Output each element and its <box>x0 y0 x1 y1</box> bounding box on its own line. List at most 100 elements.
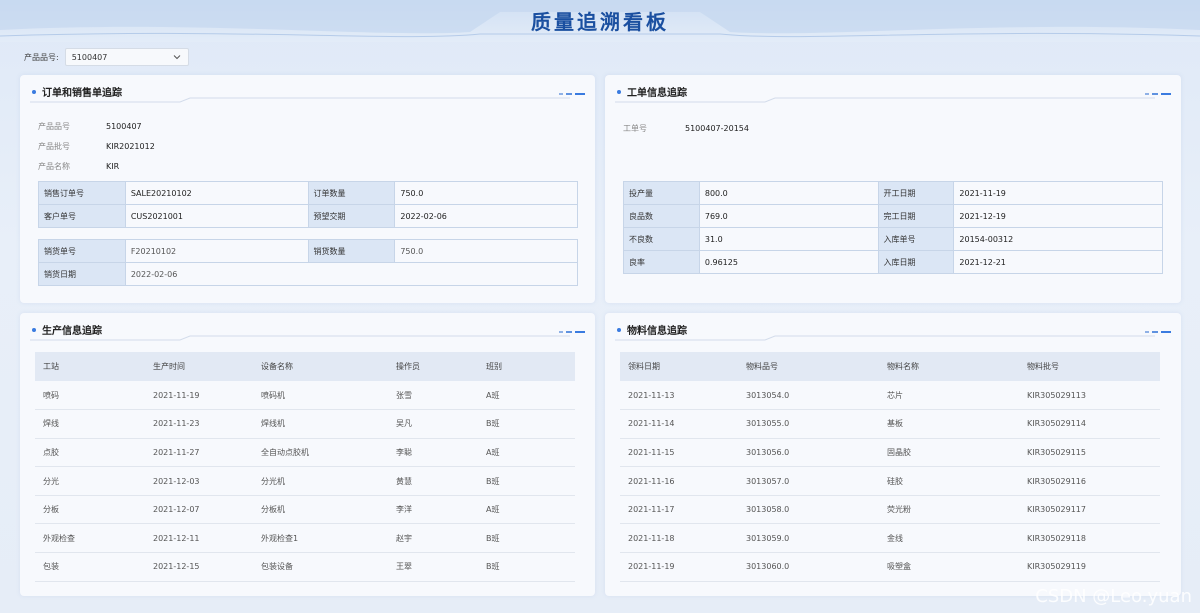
table-header-row: 领料日期 物料品号 物料名称 物料批号 <box>620 352 1160 381</box>
table-cell: 2021-11-15 <box>620 438 738 468</box>
table-row[interactable]: 点胶 2021-11-27 全自动点胶机 李聪 A班 <box>35 438 575 468</box>
table-cell: 吴凡 <box>388 409 478 439</box>
column-header[interactable]: 物料批号 <box>1019 352 1160 381</box>
table-row[interactable]: 喷码 2021-11-19 喷码机 张雪 A班 <box>35 381 575 411</box>
shipment-table: 销货单号 F20210102 销货数量 750.0 销货日期 2022-02-0… <box>38 239 579 286</box>
table-row[interactable]: 2021-11-15 3013056.0 固晶胶 KIR305029115 <box>620 438 1160 468</box>
info-product-code: 产品品号 5100407 <box>38 121 142 132</box>
production-panel: 生产信息追踪 工站 生产时间 设备名称 操作员 班别 喷码 2021-11-19 喷… <box>20 313 595 596</box>
table-cell: KIR305029113 <box>1019 381 1160 411</box>
order-panel: 订单和销售单追踪 产品品号 5100407 产品批号 KIR2021012 产品名称… <box>20 75 595 303</box>
table-row: 销货日期 2022-02-06 <box>38 262 579 286</box>
info-label: 产品批号 <box>38 142 70 151</box>
table-cell: 2021-11-23 <box>145 409 253 439</box>
table-cell: 金线 <box>879 523 1019 554</box>
work-order-panel: 工单信息追踪 工单号 5100407-20154 投产量 800.0 开工日期 2… <box>605 75 1181 303</box>
cell-key: 完工日期 <box>877 204 955 228</box>
table-cell: 李洋 <box>388 495 478 525</box>
table-cell: A班 <box>478 495 575 525</box>
cell-key: 销货单号 <box>38 239 126 263</box>
table-cell: 2021-11-14 <box>620 409 738 439</box>
table-cell: 3013057.0 <box>738 466 879 496</box>
table-cell: A班 <box>478 438 575 468</box>
table-cell: 分板机 <box>253 495 388 525</box>
chevron-down-icon <box>173 55 181 60</box>
info-product-batch: 产品批号 KIR2021012 <box>38 141 155 152</box>
material-table: 领料日期 物料品号 物料名称 物料批号 2021-11-13 3013054.0 芯… <box>620 352 1160 582</box>
table-row: 销售订单号 SALE20210102 订单数量 750.0 <box>38 181 578 205</box>
cell-key: 销货日期 <box>38 262 126 286</box>
table-cell: 王翠 <box>388 552 478 582</box>
table-row[interactable]: 分板 2021-12-07 分板机 李洋 A班 <box>35 495 575 525</box>
table-row[interactable]: 2021-11-18 3013059.0 金线 KIR305029118 <box>620 523 1160 554</box>
cell-value: 750.0 <box>394 239 578 263</box>
bullet-icon <box>617 327 621 332</box>
column-header[interactable]: 操作员 <box>388 352 478 381</box>
dash-decoration <box>1145 331 1171 333</box>
table-cell: 2021-11-18 <box>620 523 738 554</box>
title-underline <box>30 97 570 103</box>
title-underline <box>615 335 1155 341</box>
cell-key: 入库日期 <box>877 250 955 274</box>
table-cell: 点胶 <box>35 438 145 468</box>
column-header[interactable]: 领料日期 <box>620 352 738 381</box>
table-cell: B班 <box>478 552 575 582</box>
column-header[interactable]: 生产时间 <box>145 352 253 381</box>
cell-key: 销售订单号 <box>38 181 126 205</box>
table-cell: KIR305029116 <box>1019 466 1160 496</box>
table-cell: 3013054.0 <box>738 381 879 411</box>
table-cell: 2021-12-07 <box>145 495 253 525</box>
info-label: 产品品号 <box>38 122 70 131</box>
table-cell: 喷码 <box>35 381 145 411</box>
table-cell: KIR305029119 <box>1019 552 1160 582</box>
table-cell: B班 <box>478 466 575 496</box>
table-cell: 2021-11-19 <box>620 552 738 582</box>
cell-key: 客户单号 <box>38 204 126 228</box>
table-row[interactable]: 分光 2021-12-03 分光机 黄慧 B班 <box>35 466 575 496</box>
cell-value: 2021-11-19 <box>953 181 1163 205</box>
table-row[interactable]: 2021-11-16 3013057.0 硅胶 KIR305029116 <box>620 466 1160 496</box>
table-cell: 赵宇 <box>388 523 478 554</box>
cell-value: 2022-02-06 <box>394 204 578 228</box>
table-cell: 3013059.0 <box>738 523 879 554</box>
production-table: 工站 生产时间 设备名称 操作员 班别 喷码 2021-11-19 喷码机 张雪 A班焊… <box>35 352 575 582</box>
table-row[interactable]: 2021-11-19 3013060.0 吸塑盒 KIR305029119 <box>620 552 1160 582</box>
table-cell: B班 <box>478 523 575 554</box>
table-row[interactable]: 2021-11-13 3013054.0 芯片 KIR305029113 <box>620 381 1160 411</box>
column-header[interactable]: 设备名称 <box>253 352 388 381</box>
title-underline <box>30 335 570 341</box>
table-cell: B班 <box>478 409 575 439</box>
table-row[interactable]: 外观检查 2021-12-11 外观检查1 赵宇 B班 <box>35 523 575 554</box>
info-product-name: 产品名称 KIR <box>38 161 119 172</box>
table-cell: 包装设备 <box>253 552 388 582</box>
cell-value: CUS2021001 <box>124 204 309 228</box>
table-row: 销货单号 F20210102 销货数量 750.0 <box>38 239 578 263</box>
cell-value: SALE20210102 <box>124 181 309 205</box>
product-selector-label: 产品品号: <box>24 52 59 62</box>
cell-value: 0.96125 <box>698 250 879 274</box>
column-header[interactable]: 班别 <box>478 352 575 381</box>
cell-value: 800.0 <box>698 181 879 205</box>
info-work-order: 工单号 5100407-20154 <box>623 123 749 134</box>
table-cell: 2021-11-13 <box>620 381 738 411</box>
cell-value: 31.0 <box>698 227 879 251</box>
table-cell: 焊线机 <box>253 409 388 439</box>
header-banner: 质量追溯看板 <box>0 0 1200 42</box>
table-cell: 外观检查 <box>35 523 145 554</box>
table-row[interactable]: 2021-11-14 3013055.0 基板 KIR305029114 <box>620 409 1160 439</box>
dash-decoration <box>1145 93 1171 95</box>
cell-value: F20210102 <box>124 239 309 263</box>
column-header[interactable]: 物料品号 <box>738 352 879 381</box>
cell-key: 投产量 <box>623 181 700 205</box>
table-row[interactable]: 2021-11-17 3013058.0 荧光粉 KIR305029117 <box>620 495 1160 525</box>
cell-key: 预望交期 <box>307 204 396 228</box>
bullet-icon <box>617 89 621 94</box>
table-row[interactable]: 焊线 2021-11-23 焊线机 吴凡 B班 <box>35 409 575 439</box>
column-header[interactable]: 工站 <box>35 352 145 381</box>
table-cell: 2021-12-15 <box>145 552 253 582</box>
table-cell: 2021-12-03 <box>145 466 253 496</box>
info-label: 产品名称 <box>38 162 70 171</box>
product-dropdown[interactable]: 5100407 <box>64 48 189 66</box>
column-header[interactable]: 物料名称 <box>879 352 1019 381</box>
table-row[interactable]: 包装 2021-12-15 包装设备 王翠 B班 <box>35 552 575 582</box>
